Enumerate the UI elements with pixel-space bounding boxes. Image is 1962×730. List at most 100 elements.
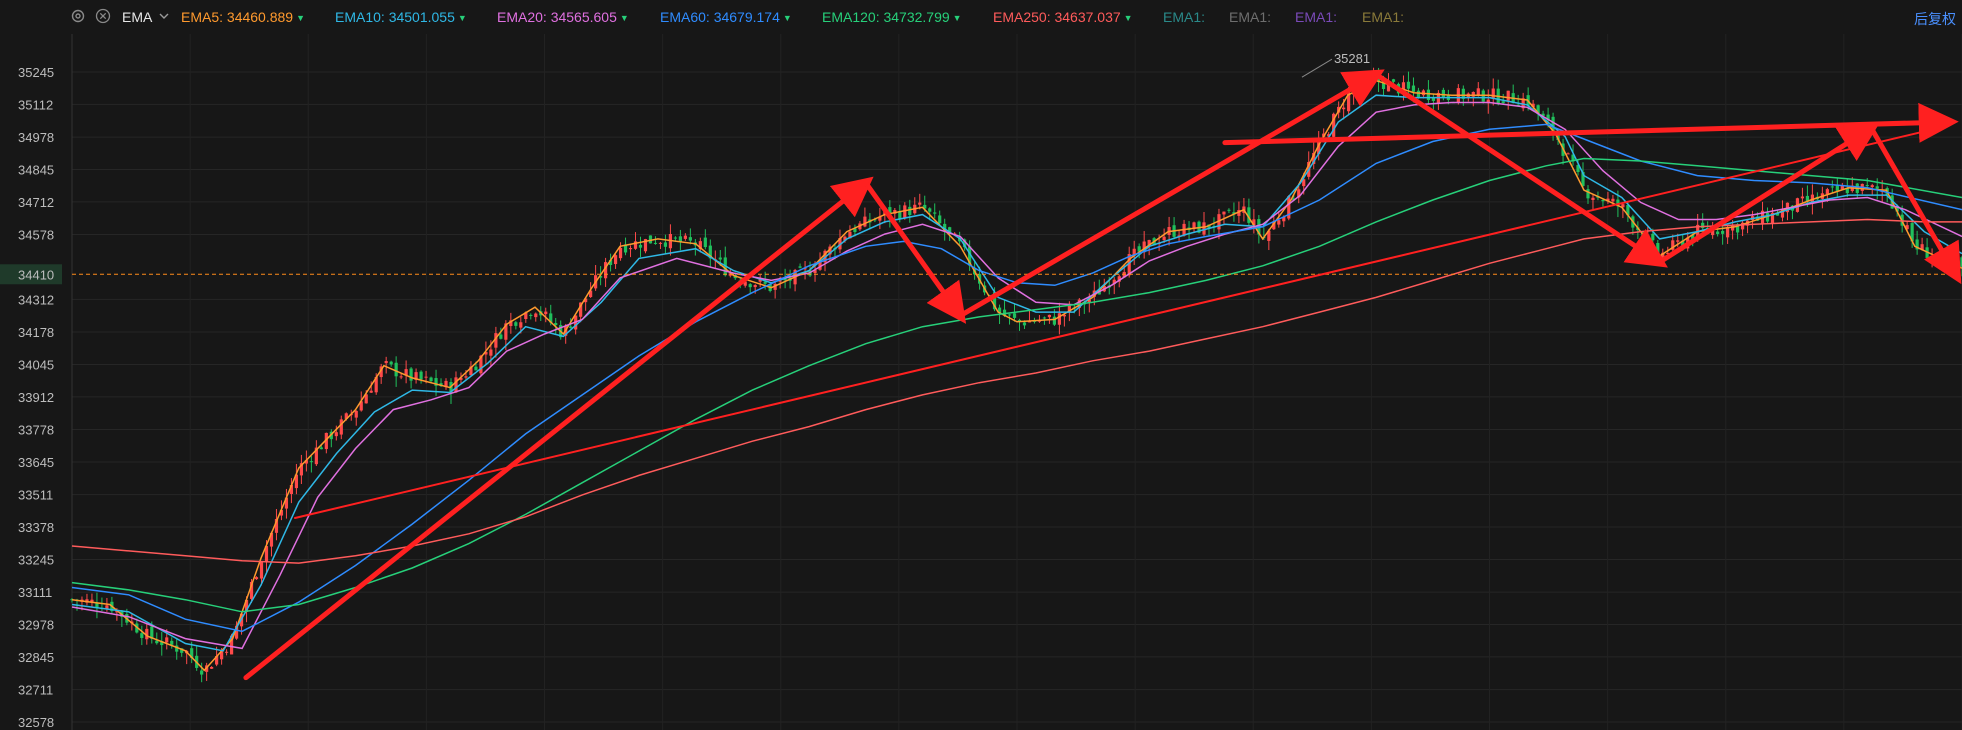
candle-body — [1501, 101, 1505, 104]
candle-body — [1277, 220, 1281, 225]
y-tick-label: 33778 — [18, 423, 54, 438]
trend-arrow[interactable] — [243, 176, 874, 681]
candle-body — [464, 376, 468, 378]
candle-body — [1202, 222, 1206, 235]
candle-body — [1721, 230, 1725, 234]
y-tick-label: 34712 — [18, 195, 54, 210]
y-tick-label: 34845 — [18, 162, 54, 177]
candle-body — [1042, 317, 1047, 319]
candle-body — [354, 410, 358, 418]
candle-body — [688, 237, 692, 241]
candle-body — [389, 361, 393, 365]
candle-body — [753, 285, 757, 288]
candle-body — [1441, 89, 1445, 98]
y-tick-label: 33378 — [18, 520, 54, 535]
trend-arrow[interactable] — [863, 180, 967, 324]
candle-body — [334, 432, 338, 437]
candle-body — [1012, 313, 1017, 318]
candle-body — [499, 334, 503, 339]
candle-body — [618, 247, 623, 259]
candle-body — [409, 368, 413, 381]
trend-arrow[interactable] — [957, 69, 1385, 319]
candle-body — [319, 447, 323, 450]
candle-body — [1426, 89, 1431, 100]
y-tick-label: 34178 — [18, 325, 54, 340]
candle-body — [170, 640, 174, 645]
y-tick-label: 32711 — [18, 683, 53, 698]
candle-body — [613, 255, 618, 265]
y-tick-label: 33912 — [18, 390, 54, 405]
y-tick-label: 35245 — [18, 65, 54, 80]
candle-body — [1022, 322, 1027, 326]
candle-body — [1716, 231, 1720, 235]
candle-body — [1825, 189, 1829, 194]
candle-body — [1406, 81, 1411, 89]
candle-body — [1586, 189, 1590, 199]
candle-body — [254, 577, 259, 580]
candle-body — [544, 311, 548, 315]
candle-body — [155, 640, 159, 644]
y-tick-label: 32978 — [18, 618, 54, 633]
trend-arrow[interactable] — [1657, 122, 1880, 265]
candle-body — [140, 633, 144, 638]
candle-body — [1391, 79, 1396, 82]
y-tick-label: 33245 — [18, 552, 54, 567]
candle-body — [454, 377, 458, 393]
candle-body — [1047, 314, 1052, 318]
y-tick-label: 32578 — [18, 715, 54, 730]
candle-body — [489, 349, 493, 356]
y-tick-label: 34045 — [18, 357, 54, 372]
y-tick-label: 34578 — [18, 228, 54, 243]
candle-body — [200, 670, 204, 675]
high-marker-leader — [1301, 58, 1333, 78]
candle-body — [424, 376, 428, 378]
candle-body — [514, 322, 518, 326]
candle-body — [928, 208, 932, 212]
candle-body — [1416, 90, 1421, 98]
candle-body — [1800, 196, 1805, 199]
candle-body — [429, 377, 433, 382]
candle-body — [1566, 153, 1570, 155]
candle-body — [1591, 197, 1595, 201]
candle-body — [1057, 313, 1061, 325]
candle-body — [534, 313, 538, 318]
candle-body — [165, 637, 169, 643]
candle-body — [1162, 236, 1166, 241]
candle-body — [399, 376, 403, 378]
candle-body — [1870, 185, 1874, 188]
candle-body — [1611, 198, 1615, 202]
candle-body — [309, 461, 313, 463]
candle-body — [908, 206, 912, 215]
candle-body — [394, 362, 398, 377]
candle-body — [1227, 209, 1231, 211]
candle-body — [1506, 90, 1510, 101]
y-tick-label: 34978 — [18, 130, 54, 145]
candle-body — [918, 202, 922, 205]
candle-body — [638, 244, 643, 248]
candle-body — [1342, 107, 1346, 110]
candle-body — [1930, 256, 1934, 258]
candle-body — [863, 216, 867, 227]
candle-body — [933, 212, 937, 214]
candle-body — [903, 205, 907, 219]
y-tick-label: 35112 — [18, 97, 53, 112]
trend-arrow[interactable] — [294, 124, 1950, 520]
candle-body — [419, 371, 423, 380]
candle-body — [1411, 85, 1416, 92]
candle-body — [210, 666, 214, 669]
candle-body — [1601, 199, 1605, 202]
candle-body — [1052, 316, 1057, 325]
candle-body — [1007, 314, 1012, 316]
current-price-label: 34410 — [18, 267, 54, 282]
y-tick-label: 33111 — [18, 585, 52, 600]
candle-body — [474, 366, 478, 371]
candle-body — [259, 561, 264, 579]
y-tick-label: 33645 — [18, 455, 54, 470]
candlestick-chart[interactable]: 35281 35245 35112 34978 34845 34712 34578 34312… — [0, 0, 1962, 730]
candle-body — [658, 242, 663, 244]
candle-body — [628, 248, 633, 250]
candle-body — [519, 322, 523, 328]
candle-body — [1476, 88, 1480, 95]
candle-body — [748, 284, 752, 288]
candle-body — [1481, 90, 1485, 102]
